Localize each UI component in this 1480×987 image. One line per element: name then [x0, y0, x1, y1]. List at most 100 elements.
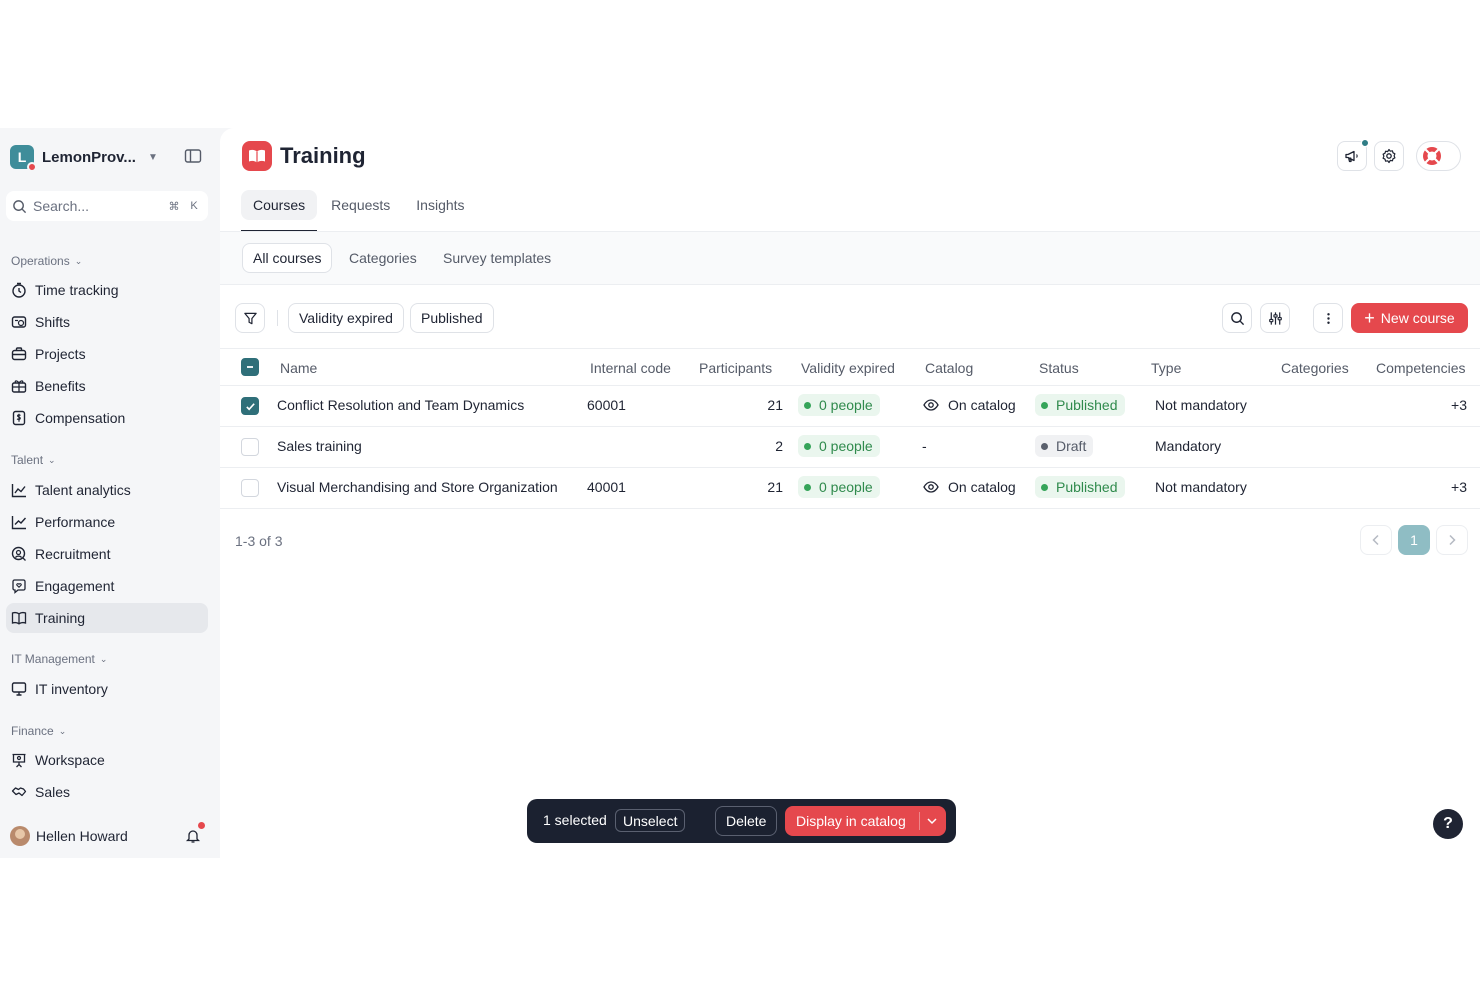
section-operations[interactable]: Operations ⌄	[11, 254, 82, 268]
announcements-button[interactable]	[1337, 139, 1369, 171]
user-profile[interactable]: Hellen Howard	[10, 826, 128, 846]
competencies-count[interactable]: +3	[1451, 397, 1467, 413]
support-button[interactable]	[1416, 141, 1461, 171]
chevron-left-icon	[1372, 534, 1379, 546]
prev-page-button[interactable]	[1360, 525, 1392, 555]
table-header: Name Internal code Participants Validity…	[220, 348, 1480, 386]
shortcut-mod: ⌘	[168, 200, 180, 213]
workspace-switcher[interactable]: L LemonProv... ▼	[10, 144, 158, 172]
table-row[interactable]: Conflict Resolution and Team Dynamics 60…	[220, 386, 1480, 427]
chart-icon	[11, 484, 26, 498]
course-name[interactable]: Visual Merchandising and Store Organizat…	[277, 479, 558, 495]
unselect-button[interactable]: Unselect	[615, 809, 686, 832]
sidebar-item-sales[interactable]: Sales	[6, 777, 208, 807]
search-icon	[1230, 311, 1244, 325]
filter-icon	[243, 312, 257, 324]
selection-count: 1 selected	[543, 812, 607, 828]
column-header-competencies[interactable]: Competencies	[1376, 360, 1466, 376]
row-checkbox[interactable]	[241, 438, 259, 456]
announcement-dot	[1361, 139, 1369, 147]
delete-button[interactable]: Delete	[715, 806, 778, 836]
user-search-icon	[11, 546, 26, 561]
next-page-button[interactable]	[1436, 525, 1468, 555]
new-course-button[interactable]: + New course	[1351, 303, 1468, 333]
minus-icon	[247, 366, 253, 368]
column-header-validity-expired[interactable]: Validity expired	[801, 360, 895, 376]
display-in-catalog-button[interactable]: Display in catalog	[785, 806, 946, 836]
bulk-action-bar: 1 selected Unselect Delete Display in ca…	[527, 799, 956, 843]
tab-requests[interactable]: Requests	[319, 190, 402, 220]
column-header-type[interactable]: Type	[1151, 360, 1181, 376]
training-app-icon	[242, 141, 272, 171]
plus-icon: +	[1364, 308, 1375, 328]
column-header-status[interactable]: Status	[1039, 360, 1079, 376]
help-button[interactable]: ?	[1433, 809, 1463, 839]
section-finance[interactable]: Finance ⌄	[11, 724, 66, 738]
competencies-count[interactable]: +3	[1451, 479, 1467, 495]
user-name: Hellen Howard	[36, 828, 128, 844]
more-options-button[interactable]	[1313, 303, 1343, 333]
notifications-button[interactable]	[185, 822, 205, 844]
tab-categories[interactable]: Categories	[339, 243, 427, 273]
participants: 21	[767, 397, 783, 413]
column-header-internal-code[interactable]: Internal code	[590, 360, 671, 376]
sidebar-item-workspace[interactable]: Workspace	[6, 745, 208, 775]
eye-icon	[923, 481, 939, 493]
filter-chip-published[interactable]: Published	[410, 303, 494, 333]
search-input[interactable]: Search... ⌘ K	[6, 191, 208, 221]
sidebar-item-benefits[interactable]: Benefits	[6, 371, 208, 401]
select-all-checkbox[interactable]	[241, 358, 259, 376]
settings-button[interactable]	[1374, 141, 1404, 171]
app-shell: L LemonProv... ▼ Search... ⌘ K Operation…	[0, 128, 1480, 858]
sidebar-item-shifts[interactable]: Shifts	[6, 307, 208, 337]
sidebar-item-time-tracking[interactable]: Time tracking	[6, 275, 208, 305]
notification-dot	[198, 822, 205, 829]
filter-chip-validity-expired[interactable]: Validity expired	[288, 303, 404, 333]
gear-icon	[1382, 148, 1396, 164]
table-row[interactable]: Sales training 2 0 people - Draft Mandat…	[220, 427, 1480, 468]
sidebar-item-recruitment[interactable]: Recruitment	[6, 539, 208, 569]
shortcut-key: K	[190, 200, 198, 212]
tab-courses[interactable]: Courses	[241, 190, 318, 232]
table-row[interactable]: Visual Merchandising and Store Organizat…	[220, 468, 1480, 509]
sidebar-item-talent-analytics[interactable]: Talent analytics	[6, 475, 208, 505]
course-name[interactable]: Conflict Resolution and Team Dynamics	[277, 397, 524, 413]
row-checkbox[interactable]	[241, 479, 259, 497]
tab-insights[interactable]: Insights	[404, 190, 476, 220]
column-header-catalog[interactable]: Catalog	[925, 360, 973, 376]
sidebar-item-it-inventory[interactable]: IT inventory	[6, 674, 208, 704]
row-checkbox[interactable]	[241, 397, 259, 415]
tab-survey-templates[interactable]: Survey templates	[433, 243, 561, 273]
internal-code: 40001	[587, 479, 626, 495]
chevron-down-icon[interactable]	[925, 813, 939, 829]
participants: 2	[775, 438, 783, 454]
column-header-categories[interactable]: Categories	[1281, 360, 1349, 376]
status-badge: Draft	[1035, 435, 1094, 457]
status-badge: Published	[1035, 476, 1125, 498]
sidebar-item-training[interactable]: Training	[6, 603, 208, 633]
section-talent[interactable]: Talent ⌄	[11, 453, 56, 467]
sidebar-item-performance[interactable]: Performance	[6, 507, 208, 537]
sidebar-toggle-icon[interactable]	[184, 148, 202, 164]
page-number-button[interactable]: 1	[1398, 525, 1430, 555]
clock-icon	[12, 282, 26, 298]
sidebar-item-compensation[interactable]: Compensation	[6, 403, 208, 433]
tab-all-courses[interactable]: All courses	[242, 243, 333, 273]
sidebar-item-projects[interactable]: Projects	[6, 339, 208, 369]
section-it-management[interactable]: IT Management ⌄	[11, 652, 107, 666]
column-header-participants[interactable]: Participants	[699, 360, 772, 376]
search-button[interactable]	[1222, 303, 1252, 333]
workspace-name: LemonProv...	[42, 148, 136, 166]
catalog-status: On catalog	[923, 479, 1016, 495]
more-vertical-icon	[1326, 312, 1330, 324]
filter-button[interactable]	[235, 303, 265, 333]
check-icon	[245, 402, 255, 410]
column-header-name[interactable]: Name	[280, 360, 317, 376]
course-name[interactable]: Sales training	[277, 438, 362, 454]
results-count: 1-3 of 3	[235, 533, 283, 549]
validity-badge: 0 people	[798, 394, 880, 416]
column-settings-button[interactable]	[1260, 303, 1290, 333]
status-badge: Published	[1035, 394, 1125, 416]
sidebar-item-engagement[interactable]: Engagement	[6, 571, 208, 601]
bell-icon	[185, 830, 201, 843]
